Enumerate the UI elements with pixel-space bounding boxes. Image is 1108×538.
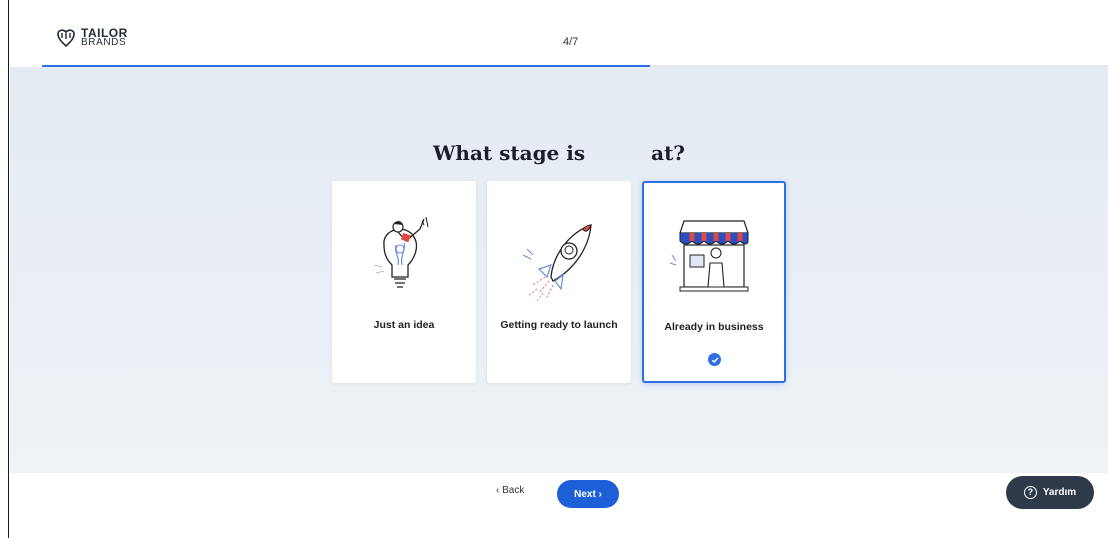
help-question-icon: ? [1023, 486, 1037, 499]
title-text-part1: What stage is [432, 141, 586, 165]
stage-options: Just an idea Getting ready to launch Alr… [332, 181, 787, 383]
help-button[interactable]: ? Yardım [1006, 476, 1094, 509]
logo-mark-icon [57, 29, 75, 48]
selected-check-icon [708, 353, 721, 366]
option-card-just-an-idea[interactable]: Just an idea [332, 181, 476, 383]
main-content: What stage is at? Just an idea Getting r… [10, 67, 1108, 473]
top-bar: TAILOR BRANDS 4/7 [10, 10, 1108, 68]
tailor-brands-logo[interactable]: TAILOR BRANDS [55, 27, 128, 48]
rocket-illustration-icon [522, 224, 592, 302]
logo-text-brands: BRANDS [81, 37, 127, 48]
option-card-getting-ready-to-launch[interactable]: Getting ready to launch [487, 181, 631, 383]
step-counter: 4/7 [563, 36, 579, 48]
window-left-edge [0, 0, 9, 538]
option-card-already-in-business[interactable]: Already in business [642, 181, 786, 383]
option-label: Just an idea [373, 319, 435, 331]
option-label: Already in business [664, 321, 764, 333]
page-title: What stage is at? [10, 141, 1108, 165]
help-button-label: Yardım [1042, 487, 1077, 498]
title-text-part2: at? [651, 141, 686, 165]
option-label: Getting ready to launch [500, 319, 618, 331]
back-button[interactable]: ‹ Back [496, 485, 524, 496]
lightbulb-illustration-icon [373, 216, 429, 288]
footer-bar: ‹ Back Next › ? Yardım [10, 473, 1108, 538]
next-button[interactable]: Next › [557, 480, 619, 508]
storefront-illustration-icon [669, 220, 749, 292]
